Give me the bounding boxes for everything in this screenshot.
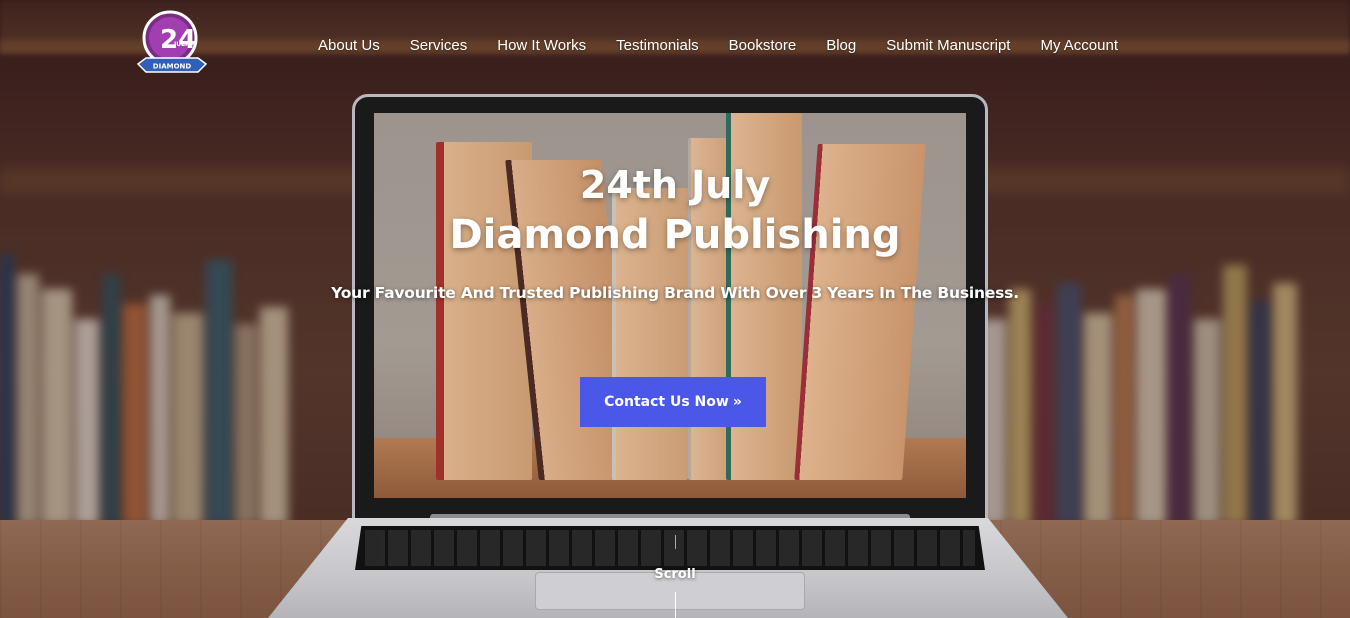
nav-about-us[interactable]: About Us — [318, 37, 380, 54]
hero-subtitle: Your Favourite And Trusted Publishing Br… — [331, 284, 1019, 302]
nav-how-it-works[interactable]: How It Works — [497, 37, 586, 54]
svg-text:JULY: JULY — [173, 41, 189, 48]
nav-bookstore[interactable]: Bookstore — [729, 37, 797, 54]
hero-title-line1: 24th July — [579, 163, 771, 207]
main-navigation: About Us Services How It Works Testimoni… — [318, 37, 1148, 54]
contact-us-now-button[interactable]: Contact Us Now » — [580, 377, 766, 427]
nav-my-account[interactable]: My Account — [1040, 37, 1118, 54]
svg-text:DIAMOND: DIAMOND — [153, 63, 192, 71]
logo-emblem: 24 JULY DIAMOND — [136, 10, 208, 73]
nav-blog[interactable]: Blog — [826, 37, 856, 54]
nav-testimonials[interactable]: Testimonials — [616, 37, 699, 54]
hero-title: 24th July Diamond Publishing — [0, 160, 1350, 260]
contact-button-label: Contact Us Now — [604, 394, 729, 410]
nav-services[interactable]: Services — [410, 37, 468, 54]
svg-text:24: 24 — [160, 25, 196, 55]
laptop-keyboard — [355, 526, 985, 570]
scroll-indicator-line-top — [675, 535, 676, 549]
scroll-indicator-label[interactable]: Scroll — [0, 567, 1350, 582]
scroll-indicator-line — [675, 592, 676, 618]
site-logo[interactable]: 24 JULY DIAMOND — [136, 8, 208, 80]
nav-submit-manuscript[interactable]: Submit Manuscript — [886, 37, 1010, 54]
double-chevron-right-icon: » — [732, 394, 742, 410]
hero-title-line2: Diamond Publishing — [449, 212, 901, 258]
